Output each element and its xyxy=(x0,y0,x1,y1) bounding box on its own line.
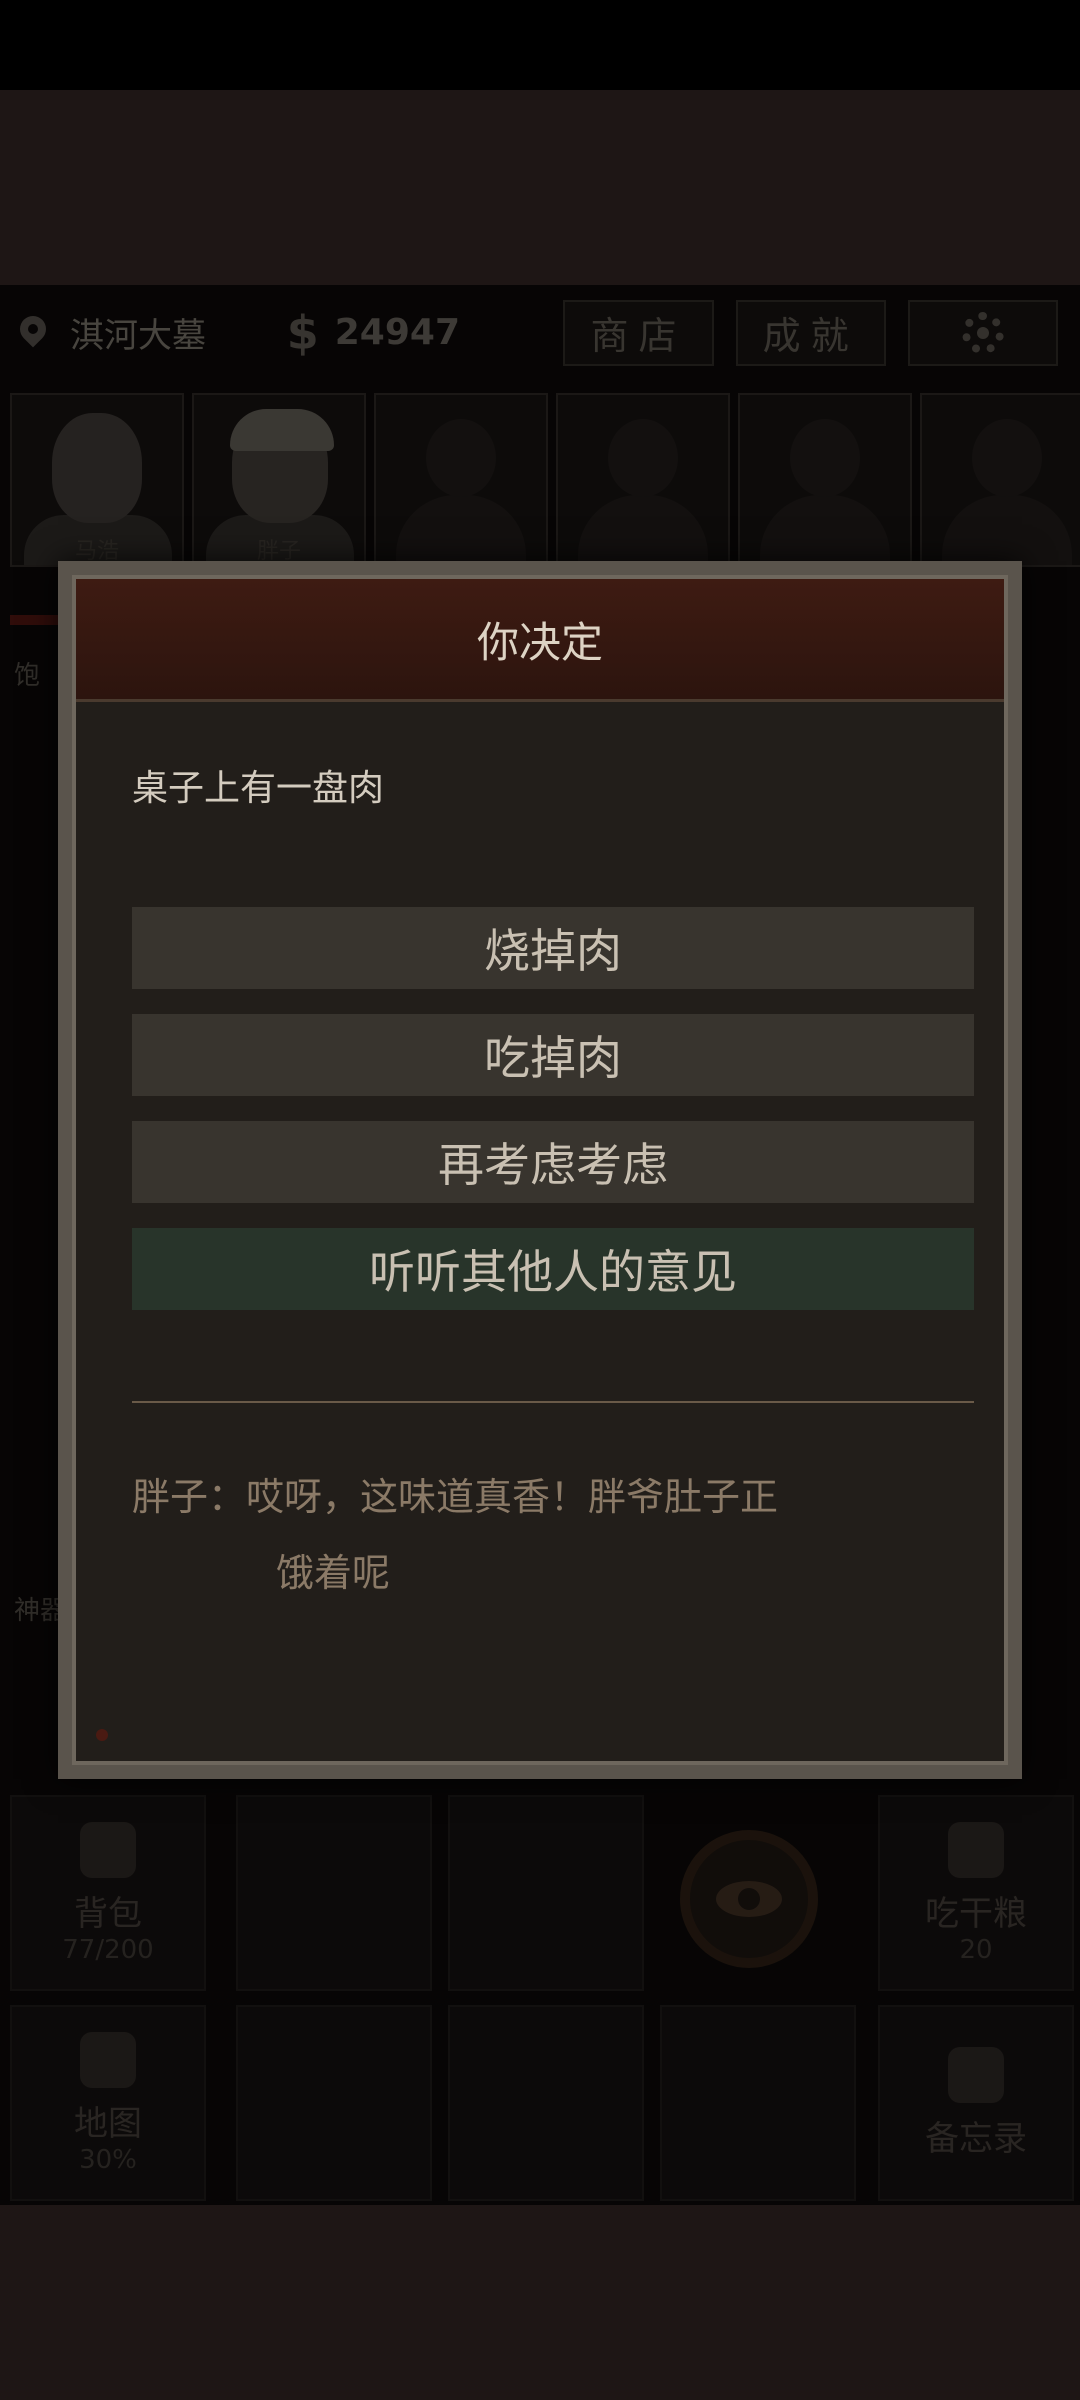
option-burn-meat[interactable]: 烧掉肉 xyxy=(132,907,974,989)
dialog-title: 你决定 xyxy=(476,617,603,667)
companion-message: 胖子：哎呀，这味道真香！胖爷肚子正 饿着呢 xyxy=(132,1459,974,1611)
message-line-2: 饿着呢 xyxy=(276,1551,391,1595)
option-reconsider[interactable]: 再考虑考虑 xyxy=(132,1121,974,1203)
dialog-divider xyxy=(132,1401,974,1403)
option-ask-others[interactable]: 听听其他人的意见 xyxy=(132,1228,974,1310)
bottom-letterbox xyxy=(0,2205,1080,2400)
decision-dialog: 你决定 桌子上有一盘肉 烧掉肉 吃掉肉 再考虑考虑 听听其他人的意见 胖子：哎呀… xyxy=(58,561,1022,1779)
top-letterbox xyxy=(0,90,1080,285)
option-eat-meat[interactable]: 吃掉肉 xyxy=(132,1014,974,1096)
message-line-1: 胖子：哎呀，这味道真香！胖爷肚子正 xyxy=(132,1475,779,1519)
system-status-bar xyxy=(0,0,1080,90)
dialog-description: 桌子上有一盘肉 xyxy=(132,768,385,809)
dialog-body: 你决定 桌子上有一盘肉 烧掉肉 吃掉肉 再考虑考虑 听听其他人的意见 胖子：哎呀… xyxy=(72,575,1008,1765)
dialog-header: 你决定 xyxy=(76,579,1004,702)
